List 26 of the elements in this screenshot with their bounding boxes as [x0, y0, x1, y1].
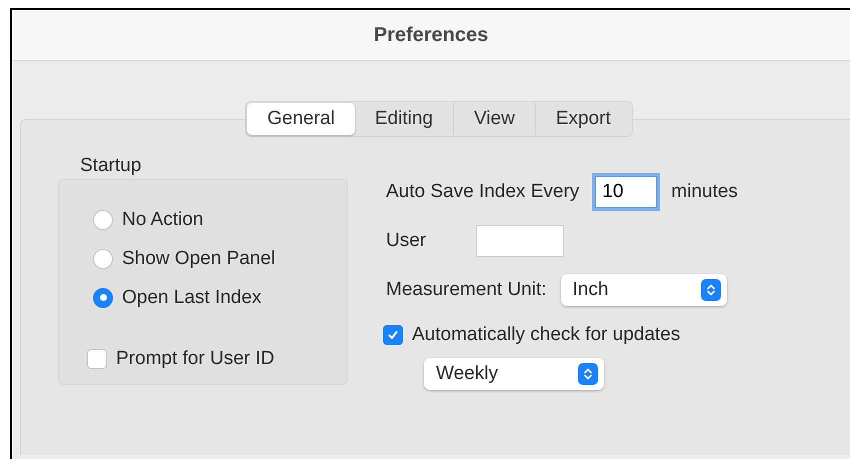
tab[interactable]: General: [247, 103, 355, 135]
field-label: User: [386, 230, 426, 252]
radio-label: No Action: [122, 208, 204, 230]
checkmark-icon: [387, 329, 399, 341]
window-title: Preferences: [374, 24, 488, 46]
dropdown[interactable]: Inch: [560, 274, 727, 306]
radio-button[interactable]: [93, 288, 113, 308]
checkbox[interactable]: [87, 348, 107, 368]
input-field[interactable]: [476, 224, 564, 256]
radio-label: Open Last Index: [122, 286, 262, 308]
checkbox[interactable]: [383, 325, 403, 345]
radio-button[interactable]: [93, 210, 113, 230]
tab[interactable]: View: [454, 103, 536, 135]
tab[interactable]: Export: [536, 103, 631, 135]
group-title: Startup: [80, 155, 142, 178]
tab[interactable]: Editing: [354, 103, 454, 135]
dropdown[interactable]: Weekly: [424, 358, 604, 390]
checkbox-label: Automatically check for updates: [412, 324, 680, 346]
field-label: Measurement Unit:: [386, 278, 547, 300]
checkbox-label: Prompt for User ID: [116, 348, 274, 370]
stepper-icon: [578, 363, 598, 385]
stepper-icon: [700, 278, 721, 300]
radio-button[interactable]: [93, 248, 113, 268]
radio-label: Show Open Panel: [122, 248, 276, 270]
field-label: Auto Save Index Every: [386, 180, 580, 202]
unit-label: minutes: [671, 180, 738, 202]
